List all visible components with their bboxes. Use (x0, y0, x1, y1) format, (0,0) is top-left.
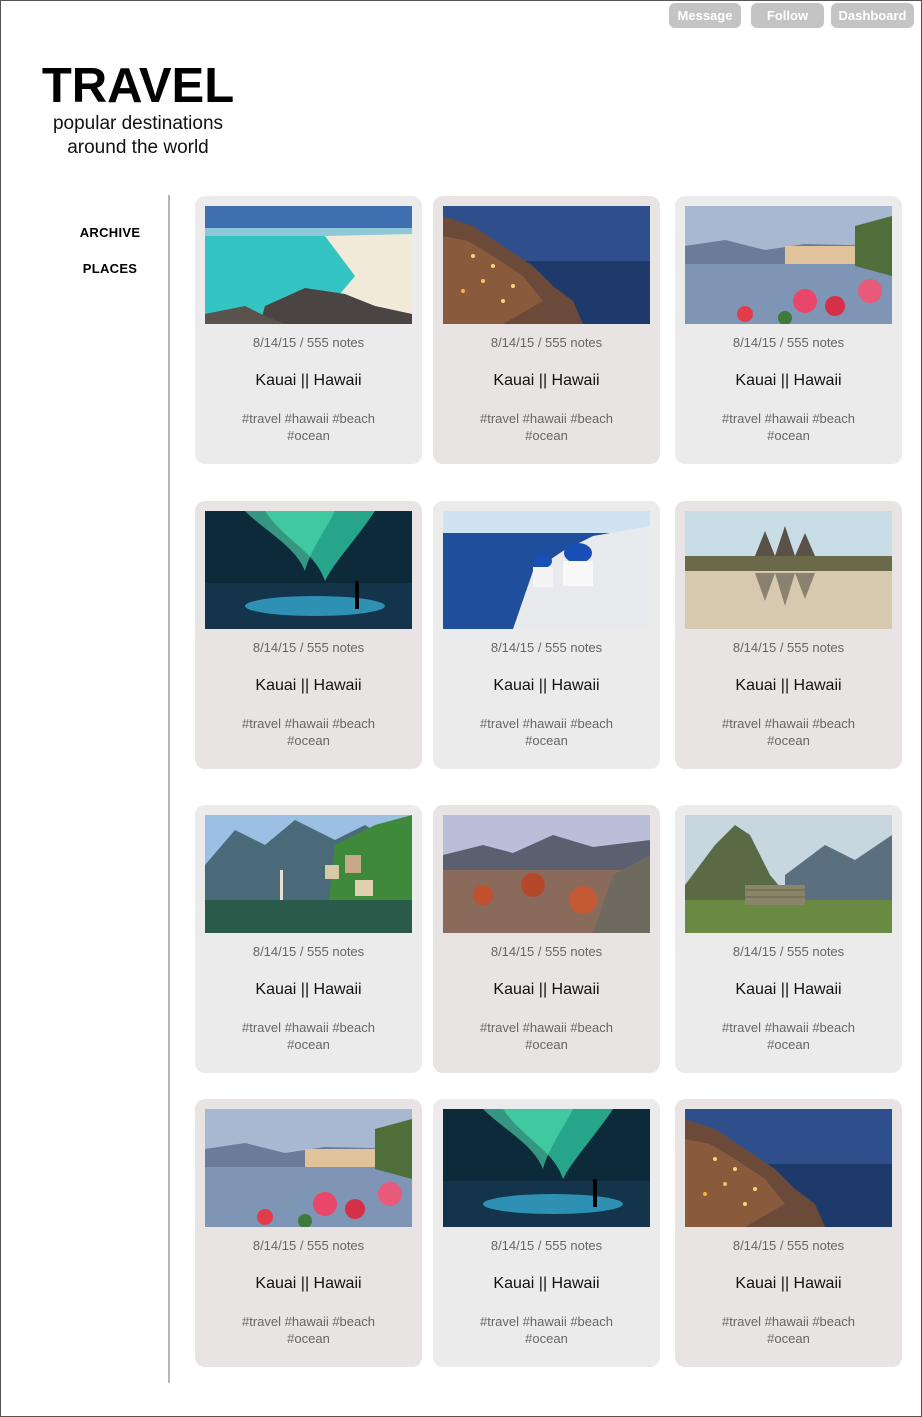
post-tags: #travel #hawaii #beach #ocean (700, 410, 877, 444)
blog-subtitle-line1: popular destinations (52, 113, 224, 134)
follow-button[interactable]: Follow (751, 3, 824, 28)
post-tags-line[interactable]: #travel #hawaii #beach (220, 410, 397, 427)
post-meta: 8/14/15 / 555 notes (732, 1238, 845, 1253)
post-photo-lake-flowers[interactable] (205, 1109, 412, 1227)
post-meta: 8/14/15 / 555 notes (732, 640, 845, 655)
post-meta: 8/14/15 / 555 notes (490, 640, 603, 655)
post-tags-line[interactable]: #ocean (700, 427, 877, 444)
post-tags-line[interactable]: #travel #hawaii #beach (700, 1313, 877, 1330)
post-photo-aurora[interactable] (205, 511, 412, 629)
post-title[interactable]: Kauai || Hawaii (675, 372, 902, 390)
post-tags: #travel #hawaii #beach #ocean (700, 715, 877, 749)
post-tags-line[interactable]: #ocean (700, 732, 877, 749)
post-title[interactable]: Kauai || Hawaii (195, 981, 422, 999)
post-title[interactable]: Kauai || Hawaii (675, 1275, 902, 1293)
sidebar-divider (168, 195, 170, 1383)
blog-subtitle-line2: around the world (67, 137, 209, 158)
post-tags: #travel #hawaii #beach #ocean (220, 715, 397, 749)
post-tags: #travel #hawaii #beach #ocean (220, 1019, 397, 1053)
post-tags-line[interactable]: #ocean (700, 1330, 877, 1347)
post-card[interactable]: 8/14/15 / 555 notes Kauai || Hawaii #tra… (195, 501, 422, 769)
post-tags-line[interactable]: #travel #hawaii #beach (458, 1313, 635, 1330)
post-tags-line[interactable]: #ocean (220, 427, 397, 444)
post-title[interactable]: Kauai || Hawaii (675, 677, 902, 695)
post-card[interactable]: 8/14/15 / 555 notes Kauai || Hawaii #tra… (433, 805, 660, 1073)
post-tags: #travel #hawaii #beach #ocean (458, 715, 635, 749)
post-meta: 8/14/15 / 555 notes (252, 1238, 365, 1253)
post-card[interactable]: 8/14/15 / 555 notes Kauai || Hawaii #tra… (195, 196, 422, 464)
blog-header: TRAVEL popular destinations around the w… (38, 60, 238, 160)
sidebar-item-places[interactable]: PLACES (60, 261, 160, 276)
post-title[interactable]: Kauai || Hawaii (433, 981, 660, 999)
post-tags-line[interactable]: #ocean (458, 732, 635, 749)
post-tags-line[interactable]: #ocean (458, 1036, 635, 1053)
post-tags-line[interactable]: #travel #hawaii #beach (458, 410, 635, 427)
post-tags: #travel #hawaii #beach #ocean (458, 1313, 635, 1347)
post-tags-line[interactable]: #ocean (458, 427, 635, 444)
post-tags: #travel #hawaii #beach #ocean (700, 1313, 877, 1347)
post-photo-temple-reflection[interactable] (685, 511, 892, 629)
post-photo-santorini[interactable] (443, 511, 650, 629)
post-card[interactable]: 8/14/15 / 555 notes Kauai || Hawaii #tra… (675, 1099, 902, 1367)
post-photo-cliff-village-night[interactable] (685, 1109, 892, 1227)
post-card[interactable]: 8/14/15 / 555 notes Kauai || Hawaii #tra… (433, 196, 660, 464)
post-tags-line[interactable]: #travel #hawaii #beach (700, 715, 877, 732)
post-tags: #travel #hawaii #beach #ocean (458, 410, 635, 444)
post-meta: 8/14/15 / 555 notes (490, 944, 603, 959)
post-tags-line[interactable]: #travel #hawaii #beach (220, 715, 397, 732)
post-tags-line[interactable]: #travel #hawaii #beach (220, 1019, 397, 1036)
post-tags-line[interactable]: #ocean (220, 1330, 397, 1347)
post-meta: 8/14/15 / 555 notes (252, 335, 365, 350)
post-tags-line[interactable]: #travel #hawaii #beach (220, 1313, 397, 1330)
post-photo-cliff-village-night[interactable] (443, 206, 650, 324)
post-photo-beach[interactable] (205, 206, 412, 324)
post-photo-mountain-ruins[interactable] (685, 815, 892, 933)
post-card[interactable]: 8/14/15 / 555 notes Kauai || Hawaii #tra… (195, 1099, 422, 1367)
post-card[interactable]: 8/14/15 / 555 notes Kauai || Hawaii #tra… (433, 501, 660, 769)
post-tags-line[interactable]: #ocean (220, 732, 397, 749)
post-card[interactable]: 8/14/15 / 555 notes Kauai || Hawaii #tra… (675, 501, 902, 769)
post-meta: 8/14/15 / 555 notes (252, 640, 365, 655)
post-title[interactable]: Kauai || Hawaii (675, 981, 902, 999)
post-meta: 8/14/15 / 555 notes (490, 1238, 603, 1253)
post-tags: #travel #hawaii #beach #ocean (220, 410, 397, 444)
post-tags: #travel #hawaii #beach #ocean (220, 1313, 397, 1347)
post-title[interactable]: Kauai || Hawaii (195, 372, 422, 390)
post-tags-line[interactable]: #ocean (458, 1330, 635, 1347)
post-card[interactable]: 8/14/15 / 555 notes Kauai || Hawaii #tra… (675, 805, 902, 1073)
post-card[interactable]: 8/14/15 / 555 notes Kauai || Hawaii #tra… (195, 805, 422, 1073)
post-tags-line[interactable]: #ocean (220, 1036, 397, 1053)
post-title[interactable]: Kauai || Hawaii (433, 372, 660, 390)
post-card[interactable]: 8/14/15 / 555 notes Kauai || Hawaii #tra… (433, 1099, 660, 1367)
post-tags-line[interactable]: #travel #hawaii #beach (458, 715, 635, 732)
post-tags-line[interactable]: #travel #hawaii #beach (458, 1019, 635, 1036)
post-meta: 8/14/15 / 555 notes (732, 335, 845, 350)
message-button[interactable]: Message (669, 3, 741, 28)
post-photo-coastal-town-dusk[interactable] (443, 815, 650, 933)
post-photo-lake-flowers[interactable] (685, 206, 892, 324)
post-title[interactable]: Kauai || Hawaii (433, 1275, 660, 1293)
post-tags: #travel #hawaii #beach #ocean (700, 1019, 877, 1053)
sidebar-nav: ARCHIVE PLACES (60, 225, 160, 297)
blog-title[interactable]: TRAVEL (38, 60, 238, 112)
post-meta: 8/14/15 / 555 notes (490, 335, 603, 350)
post-photo-alpine-village[interactable] (205, 815, 412, 933)
dashboard-button[interactable]: Dashboard (831, 3, 914, 28)
post-meta: 8/14/15 / 555 notes (732, 944, 845, 959)
post-photo-aurora[interactable] (443, 1109, 650, 1227)
sidebar-item-archive[interactable]: ARCHIVE (60, 225, 160, 240)
post-meta: 8/14/15 / 555 notes (252, 944, 365, 959)
post-card[interactable]: 8/14/15 / 555 notes Kauai || Hawaii #tra… (675, 196, 902, 464)
post-title[interactable]: Kauai || Hawaii (195, 677, 422, 695)
post-title[interactable]: Kauai || Hawaii (195, 1275, 422, 1293)
post-tags-line[interactable]: #travel #hawaii #beach (700, 410, 877, 427)
post-tags-line[interactable]: #travel #hawaii #beach (700, 1019, 877, 1036)
post-tags-line[interactable]: #ocean (700, 1036, 877, 1053)
post-title[interactable]: Kauai || Hawaii (433, 677, 660, 695)
post-tags: #travel #hawaii #beach #ocean (458, 1019, 635, 1053)
